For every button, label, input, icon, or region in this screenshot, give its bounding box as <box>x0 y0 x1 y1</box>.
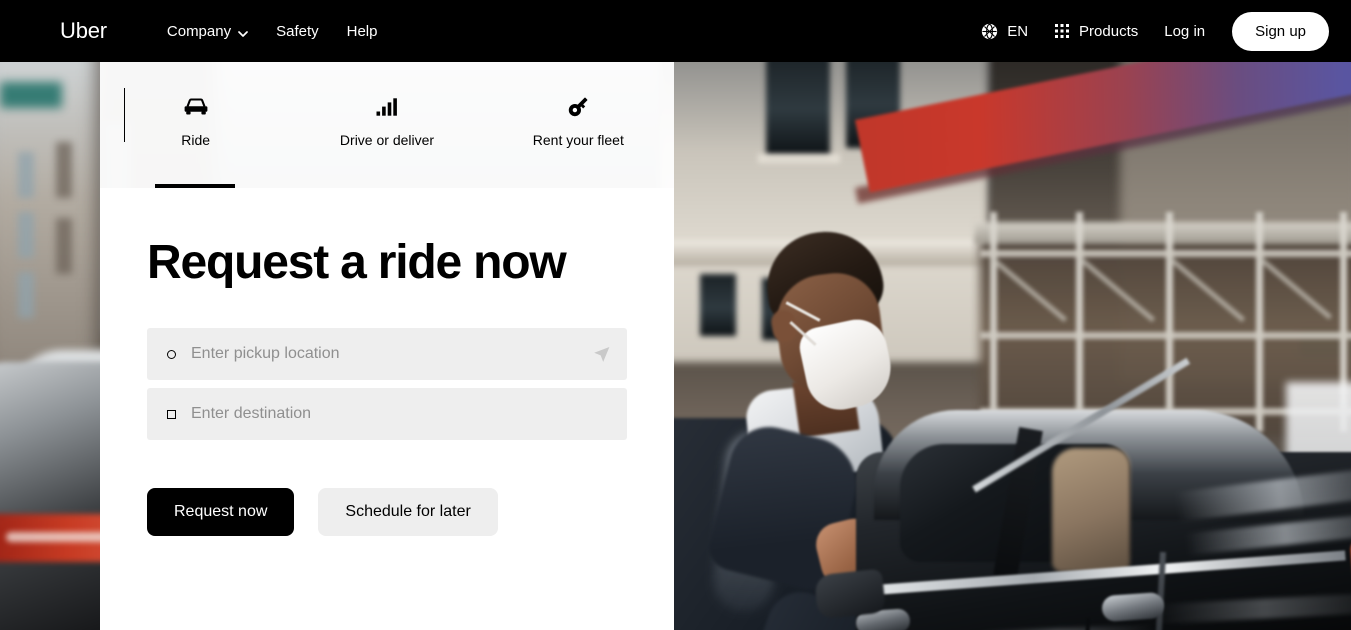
chevron-down-icon <box>238 26 248 37</box>
login-link[interactable]: Log in <box>1151 0 1218 62</box>
destination-input[interactable] <box>191 405 611 423</box>
nav-item-help[interactable]: Help <box>333 0 392 62</box>
service-tabs: Ride Drive or deliver Rent your fleet <box>100 62 674 188</box>
form-actions: Request now Schedule for later <box>147 488 626 536</box>
bar-chart-icon <box>374 92 400 122</box>
black-car <box>813 357 1351 630</box>
location-fields <box>124 88 627 440</box>
tab-drive-or-deliver-label: Drive or deliver <box>339 132 435 148</box>
nav-item-company-label: Company <box>166 22 232 40</box>
nav-item-company[interactable]: Company <box>153 0 262 62</box>
nav-item-safety-label: Safety <box>276 22 319 40</box>
login-label: Log in <box>1164 22 1206 40</box>
tab-ride[interactable]: Ride <box>100 62 291 188</box>
language-selector[interactable]: EN <box>968 0 1041 62</box>
globe-icon <box>981 23 998 40</box>
nav-item-safety[interactable]: Safety <box>262 0 333 62</box>
route-connector-line <box>124 88 126 142</box>
top-navigation-bar: Uber Company Safety Help EN Products Log… <box>0 0 1351 62</box>
uber-homepage: Uber Company Safety Help EN Products Log… <box>0 0 1351 630</box>
car-icon <box>183 92 209 122</box>
language-label: EN <box>1007 22 1029 40</box>
signup-button[interactable]: Sign up <box>1232 11 1329 51</box>
destination-field-row[interactable] <box>147 388 627 440</box>
schedule-for-later-button[interactable]: Schedule for later <box>318 488 498 536</box>
nav-right-group: EN Products Log in Sign up <box>968 0 1329 62</box>
pickup-field-row[interactable] <box>147 328 627 380</box>
page-title: Request a ride now <box>147 236 567 289</box>
tab-drive-or-deliver[interactable]: Drive or deliver <box>291 62 482 188</box>
tab-rent-your-fleet[interactable]: Rent your fleet <box>483 62 674 188</box>
tab-ride-label: Ride <box>181 132 211 148</box>
products-menu[interactable]: Products <box>1041 0 1151 62</box>
uber-logo[interactable]: Uber <box>60 20 107 42</box>
tab-rent-your-fleet-label: Rent your fleet <box>532 132 624 148</box>
request-now-button[interactable]: Request now <box>147 488 295 536</box>
nav-left-group: Uber Company Safety Help <box>0 0 391 62</box>
active-tab-indicator <box>155 184 235 188</box>
pickup-input[interactable] <box>191 345 592 363</box>
key-icon <box>565 92 591 122</box>
booking-panel: Ride Drive or deliver Rent your fleet Re… <box>100 62 674 630</box>
booking-form-container: Request a ride now Enter pickup location… <box>100 88 674 630</box>
square-marker-icon <box>167 409 176 419</box>
navigation-arrow-icon[interactable] <box>592 345 611 364</box>
circle-marker-icon <box>167 349 176 359</box>
grid-dots-icon <box>1054 23 1070 39</box>
nav-item-help-label: Help <box>346 22 378 40</box>
products-label: Products <box>1079 22 1139 40</box>
